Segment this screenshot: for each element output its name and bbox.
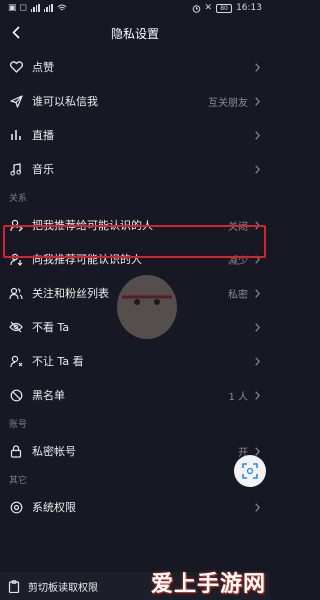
battery-icon: 80 [216,3,233,13]
setting-row-blacklist[interactable]: 黑名单 1 人 [0,378,270,412]
setting-label: 剪切板读取权限 [28,582,98,594]
setting-row-hide-mine[interactable]: 不让 Ta 看 [0,344,270,378]
setting-row-private-account[interactable]: 私密帐号 开 [0,434,270,468]
send-icon [8,93,24,109]
setting-label: 不让 Ta 看 [32,355,84,368]
back-button[interactable] [8,24,24,40]
chevron-right-icon [252,500,262,514]
section-header-other: 其它 [9,475,28,486]
lock-icon [8,443,24,459]
chevron-right-icon [252,128,262,142]
setting-label: 系统权限 [32,501,76,514]
section-header-relations: 关系 [9,193,28,204]
float-scan-button[interactable] [234,455,266,487]
notification-icons: ▣ ◻ [8,3,27,13]
chevron-right-icon [252,286,262,300]
setting-value: 1 人 [228,391,248,403]
people-icon [8,285,24,301]
watermark-logo: 爱上手游网 [150,571,266,597]
mascot-illustration [117,275,177,339]
signal-2-icon [43,4,53,12]
live-bars-icon [8,127,24,143]
nav-header: 隐私设置 [0,16,270,50]
person-block-icon [8,353,24,369]
setting-row-music[interactable]: 音乐 [0,152,270,186]
chevron-right-icon [252,162,262,176]
status-time: 16:13 [236,3,262,13]
setting-label: 直播 [32,129,54,142]
alarm-icon [192,4,200,13]
heart-icon [8,59,24,75]
setting-value: 私密 [228,289,248,301]
setting-row-messages[interactable]: 谁可以私信我 互关朋友 [0,84,270,118]
setting-label: 音乐 [32,163,54,176]
setting-label: 私密帐号 [32,445,76,458]
highlight-box [3,225,266,258]
setting-row-system-permissions[interactable]: 系统权限 [0,490,270,524]
wifi-icon [57,4,67,11]
clipboard-icon [8,579,20,593]
chevron-right-icon [252,60,262,74]
chevron-right-icon [252,320,262,334]
setting-label: 点赞 [32,61,54,74]
setting-label: 谁可以私信我 [32,95,98,108]
mute-icon: ✕ [204,3,213,13]
chevron-right-icon [252,94,262,108]
eye-off-icon [8,319,24,335]
settings-icon [8,499,24,515]
chevron-right-icon [252,354,262,368]
chevron-right-icon [252,388,262,402]
setting-value: 互关朋友 [208,97,248,109]
music-note-icon [8,161,24,177]
section-header-account: 账号 [9,419,28,430]
block-icon [8,387,24,403]
status-bar: ▣ ◻ ✕ 80 16:13 [0,0,270,16]
signal-icon [30,4,40,12]
status-right: ✕ 80 16:13 [192,3,262,13]
setting-label: 黑名单 [32,389,65,402]
page-title: 隐私设置 [110,26,159,41]
chevron-left-icon [12,25,20,39]
setting-row-live[interactable]: 直播 [0,118,270,152]
scan-icon [242,463,258,479]
status-left: ▣ ◻ [8,3,67,13]
setting-row-likes[interactable]: 点赞 [0,50,270,84]
